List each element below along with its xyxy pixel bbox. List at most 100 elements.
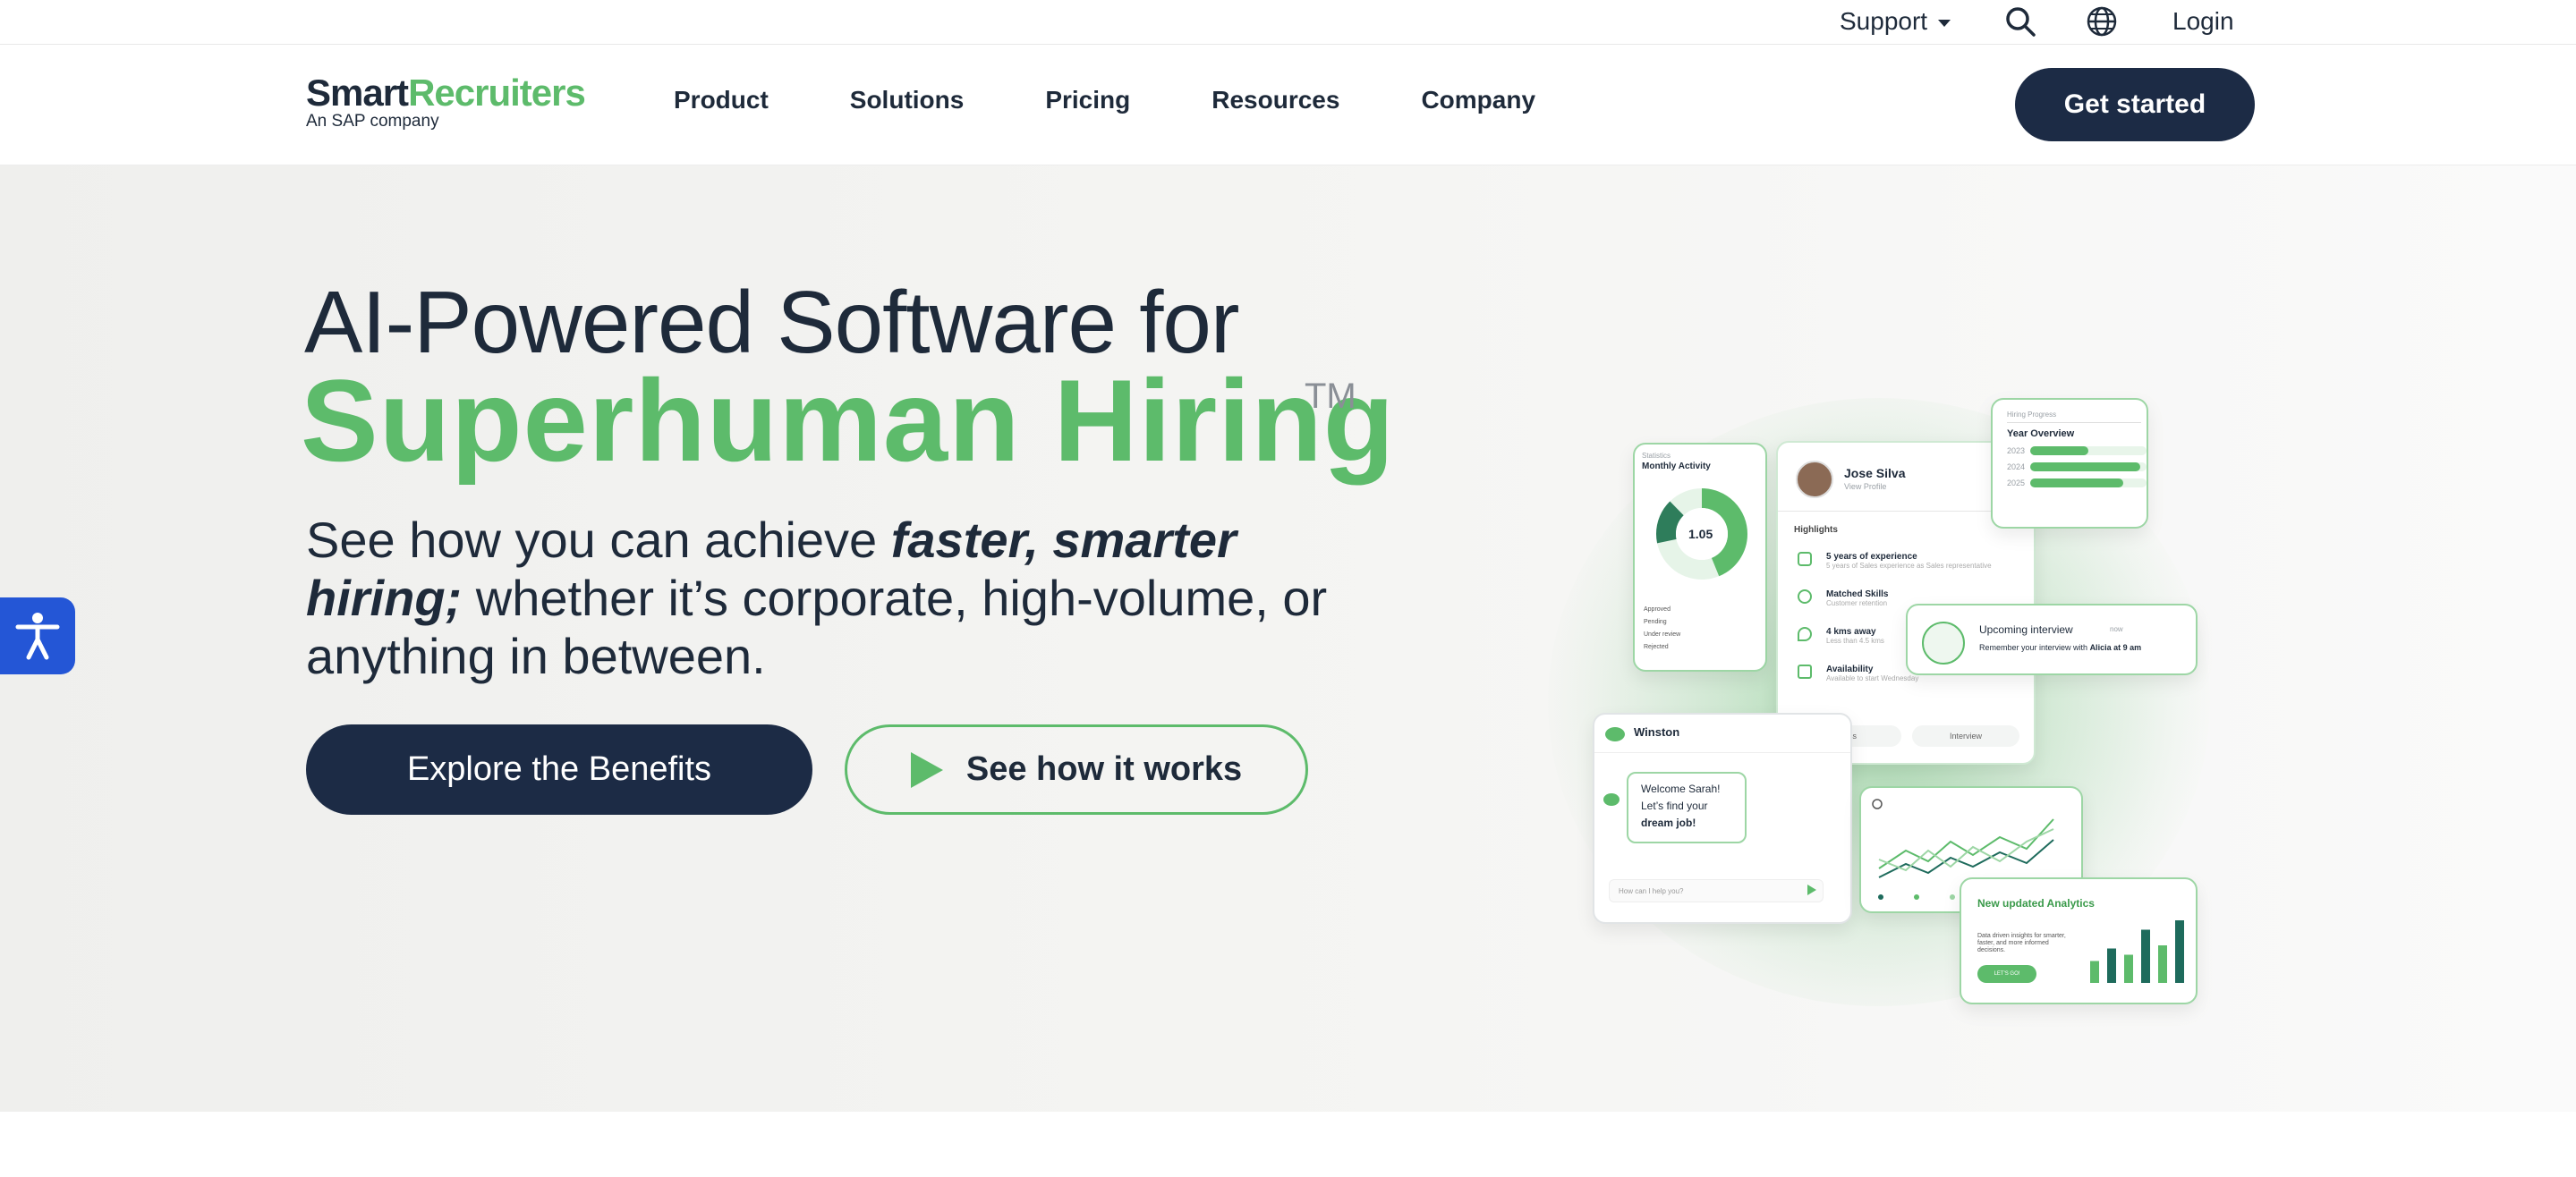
nav-item-company[interactable]: Company — [1421, 86, 1535, 114]
progress-year: 2024 — [2007, 462, 2026, 471]
analytics-bar — [2090, 961, 2099, 983]
logo-tagline: An SAP company — [306, 112, 439, 131]
interview-title: Upcoming interview — [1979, 623, 2073, 636]
logo-part-2: Recruiters — [408, 72, 586, 114]
support-menu[interactable]: Support — [1840, 5, 1951, 38]
analytics-bar — [2107, 948, 2116, 983]
globe-icon — [2087, 6, 2117, 37]
search-button[interactable] — [2004, 5, 2036, 38]
activity-label: Statistics — [1642, 452, 1671, 460]
logo-wordmark: SmartRecruiters — [306, 72, 586, 114]
thumbs-up-icon — [1798, 552, 1812, 566]
view-profile-link: View Profile — [1844, 482, 1887, 491]
nav-item-resources[interactable]: Resources — [1211, 86, 1339, 114]
send-icon — [1807, 885, 1816, 895]
see-how-it-works-button[interactable]: See how it works — [845, 724, 1308, 815]
analytics-text: Data driven insights for smarter, faster… — [1977, 933, 2066, 953]
winston-chat-card: Winston Welcome Sarah! Let’s find your d… — [1593, 713, 1852, 924]
progress-label: Hiring Progress — [2007, 411, 2141, 423]
avatar — [1796, 461, 1833, 498]
language-button[interactable] — [2086, 5, 2118, 38]
analytics-bar — [2124, 954, 2133, 983]
support-label: Support — [1840, 7, 1928, 35]
chat-line: Welcome Sarah! — [1641, 783, 1721, 795]
get-started-button[interactable]: Get started — [2015, 68, 2255, 141]
search-icon — [2006, 7, 2036, 37]
progress-track — [2029, 478, 2147, 487]
highlight-title: Matched Skills — [1826, 589, 1889, 599]
candidate-name: Jose Silva — [1844, 466, 1906, 480]
monthly-activity-card: Statistics Monthly Activity 1.05 Approve… — [1633, 443, 1767, 672]
interview-text: Remember your interview with Alicia at 9… — [1979, 643, 2141, 652]
highlights-heading: Highlights — [1794, 525, 1838, 535]
activity-title: Monthly Activity — [1642, 461, 1711, 471]
highlight-detail: Available to start Wednesday — [1826, 674, 1919, 682]
progress-year: 2025 — [2007, 478, 2026, 487]
analytics-bar-chart — [2090, 920, 2184, 983]
legend-item: Pending — [1644, 619, 1667, 625]
winston-avatar-icon — [1922, 622, 1965, 665]
highlight-item: 5 years of experience 5 years of Sales e… — [1794, 552, 2022, 570]
divider — [1594, 752, 1850, 753]
hero-illustration: Statistics Monthly Activity 1.05 Approve… — [1521, 344, 2237, 1042]
analytics-bar — [2141, 929, 2150, 983]
interview-text-pre: Remember your interview with — [1979, 643, 2088, 652]
hero-section: AI-Powered Software for Superhuman Hirin… — [0, 165, 2576, 1112]
hero-subtitle-pre: See how you can achieve — [306, 512, 891, 568]
legend-item: Under review — [1644, 631, 1681, 638]
logo[interactable]: SmartRecruiters An SAP company — [306, 72, 586, 131]
chat-line: dream job! — [1641, 817, 1696, 829]
winston-name: Winston — [1634, 725, 1680, 739]
winston-logo-icon — [1603, 793, 1620, 806]
progress-row: 2024 — [2007, 462, 2147, 471]
chat-bubble: Welcome Sarah! Let’s find your dream job… — [1627, 772, 1747, 843]
analytics-card: New updated Analytics Data driven insigh… — [1960, 877, 2198, 1004]
main-nav: SmartRecruiters An SAP company Product S… — [0, 45, 2576, 165]
interview-text-bold: Alicia at 9 am — [2089, 643, 2142, 652]
progress-fill — [2029, 462, 2141, 471]
chat-input: How can I help you? — [1609, 879, 1824, 902]
login-link[interactable]: Login — [2172, 5, 2234, 38]
see-how-it-works-label: See how it works — [965, 750, 1243, 788]
progress-track — [2029, 446, 2147, 455]
nav-item-pricing[interactable]: Pricing — [1045, 86, 1130, 114]
location-icon — [1798, 627, 1812, 641]
progress-row: 2023 — [2007, 446, 2147, 455]
legend-item: Approved — [1644, 606, 1671, 613]
accessibility-button[interactable] — [0, 597, 75, 674]
progress-year: 2023 — [2007, 446, 2026, 455]
trademark-symbol: TM — [1305, 377, 1356, 416]
utility-bar: Support Login — [0, 0, 2576, 45]
analytics-bar — [2158, 945, 2167, 983]
winston-logo-icon — [1605, 727, 1625, 741]
activity-legend: Approved Pending Under review Rejected — [1644, 604, 1680, 654]
logo-part-1: Smart — [306, 72, 409, 114]
nav-item-solutions[interactable]: Solutions — [850, 86, 965, 114]
analytics-title: New updated Analytics — [1977, 897, 2095, 910]
highlight-title: 5 years of experience — [1826, 552, 1917, 562]
interview-time: now — [2110, 625, 2123, 633]
nav-links: Product Solutions Pricing Resources Comp… — [674, 86, 1617, 114]
progress-track — [2029, 462, 2147, 471]
star-icon — [1798, 589, 1812, 604]
accessibility-icon — [15, 613, 60, 660]
progress-fill — [2029, 478, 2123, 487]
chat-line: Let’s find your — [1641, 800, 1708, 812]
progress-row: 2025 — [2007, 478, 2147, 487]
lets-go-button: LET'S GO! — [1977, 965, 2036, 983]
hero-title-line-2: Superhuman Hiring — [301, 355, 1396, 486]
legend-item: Rejected — [1644, 644, 1669, 650]
interview-button: Interview — [1912, 725, 2019, 747]
analytics-bar — [2175, 920, 2184, 983]
hero-subtitle: See how you can achieve faster, smarter … — [306, 511, 1380, 685]
progress-title: Year Overview — [2007, 428, 2075, 439]
calendar-icon — [1798, 665, 1812, 679]
explore-benefits-button[interactable]: Explore the Benefits — [306, 724, 812, 815]
donut-center-value: 1.05 — [1688, 527, 1713, 541]
upcoming-interview-card: Upcoming interview now Remember your int… — [1906, 604, 2198, 675]
chevron-down-icon — [1938, 20, 1951, 27]
progress-fill — [2029, 446, 2088, 455]
nav-item-product[interactable]: Product — [674, 86, 769, 114]
highlight-detail: 5 years of Sales experience as Sales rep… — [1826, 562, 1992, 570]
hiring-progress-card: Hiring Progress Year Overview 2023 2024 … — [1991, 398, 2148, 529]
